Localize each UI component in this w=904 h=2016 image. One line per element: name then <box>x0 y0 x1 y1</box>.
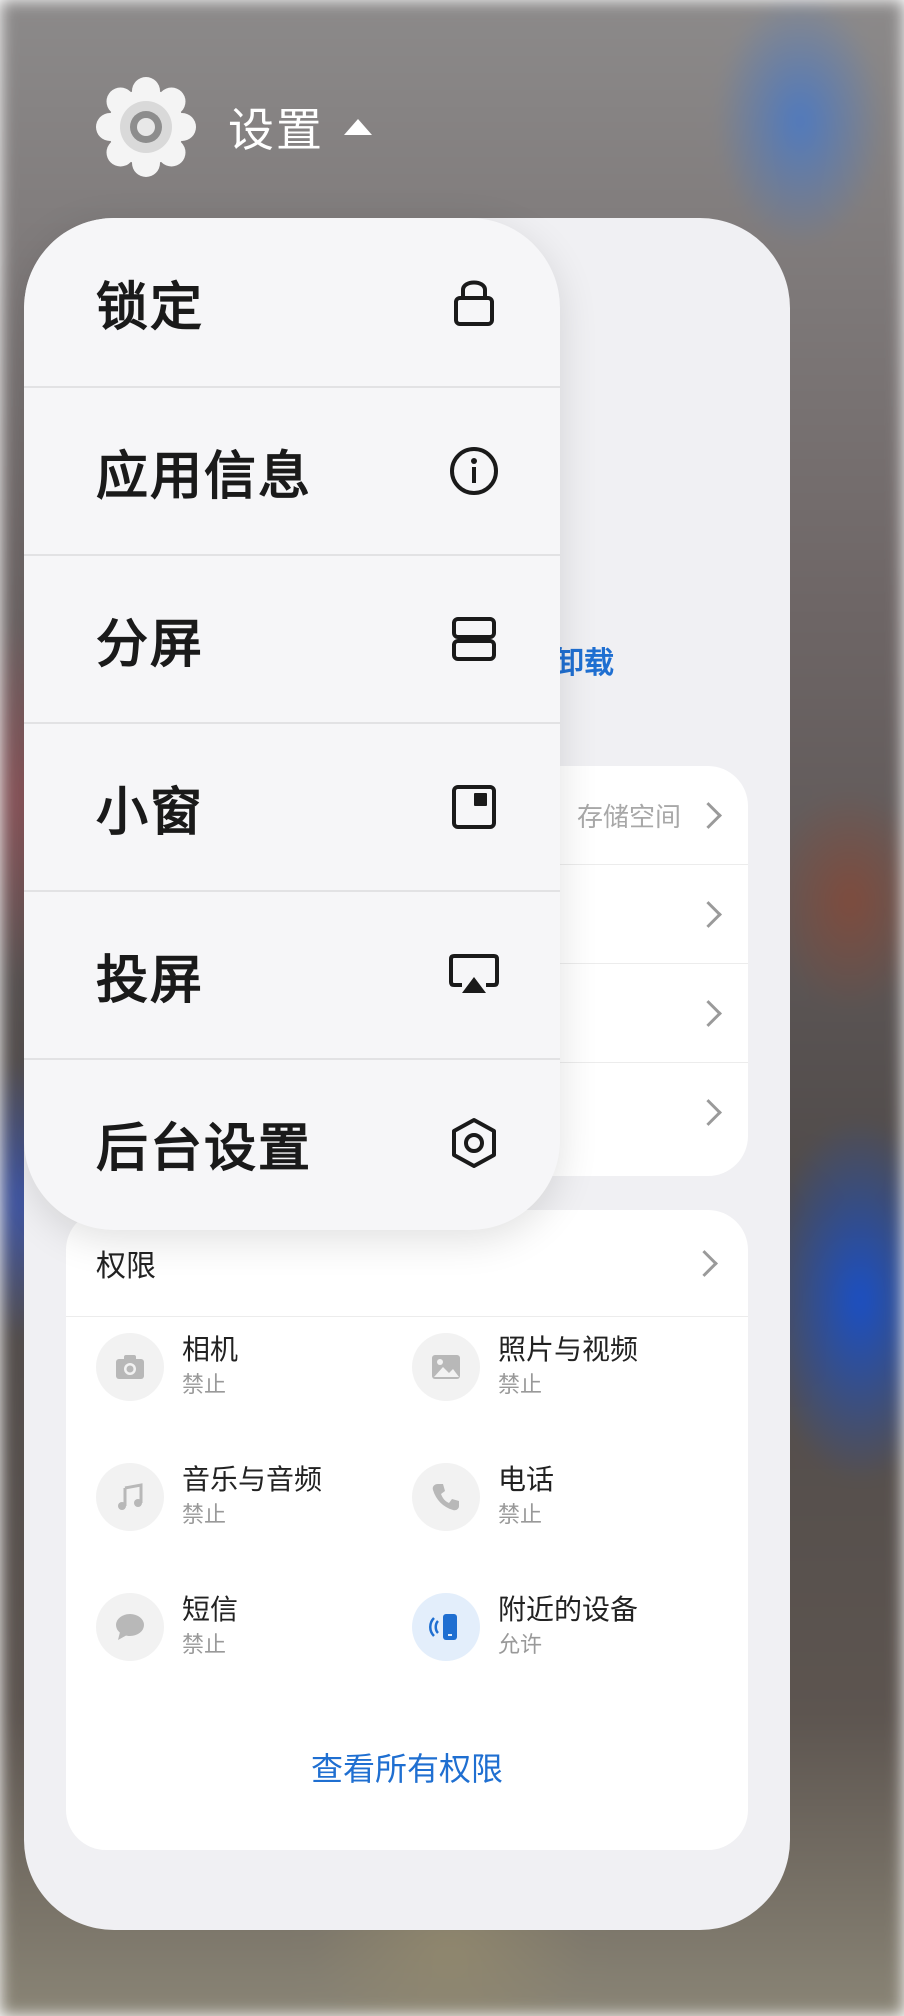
permission-name: 照片与视频 <box>498 1333 639 1366</box>
permission-status: 禁止 <box>182 1503 227 1528</box>
permission-sms[interactable]: 短信 禁止 <box>96 1591 412 1663</box>
app-header[interactable]: 设置 <box>94 72 372 182</box>
nearby-device-icon <box>412 1593 480 1661</box>
small-window-icon <box>448 781 500 833</box>
chevron-right-icon <box>695 1098 722 1126</box>
permission-music[interactable]: 音乐与音频 禁止 <box>96 1461 412 1533</box>
menu-item-label: 应用信息 <box>96 446 313 507</box>
menu-item-label: 分屏 <box>96 614 205 675</box>
menu-item-small-window[interactable]: 小窗 <box>24 722 560 890</box>
permission-nearby-devices[interactable]: 附近的设备 允许 <box>412 1591 728 1663</box>
permissions-panel: 权限 相机 禁止 照片与视频 禁止 音乐与音频 禁止 电话 禁止 短信 禁止 附… <box>66 1210 748 1850</box>
menu-item-label: 投屏 <box>96 950 205 1011</box>
permission-status: 禁止 <box>498 1373 543 1398</box>
cast-icon <box>448 949 500 1001</box>
split-screen-icon <box>448 613 500 665</box>
permission-name: 附近的设备 <box>498 1593 639 1626</box>
lock-icon <box>448 276 500 328</box>
chevron-right-icon <box>691 1249 718 1277</box>
permission-status: 允许 <box>498 1633 543 1658</box>
message-icon <box>96 1593 164 1661</box>
hexagon-settings-icon <box>448 1117 500 1169</box>
permission-camera[interactable]: 相机 禁止 <box>96 1331 412 1403</box>
uninstall-link[interactable]: 卸载 <box>554 638 614 682</box>
permission-phone[interactable]: 电话 禁止 <box>412 1461 728 1533</box>
permission-name: 相机 <box>182 1333 239 1366</box>
permission-status: 禁止 <box>182 1633 227 1658</box>
chevron-right-icon <box>695 900 722 928</box>
info-icon <box>448 445 500 497</box>
photo-icon <box>412 1333 480 1401</box>
phone-icon <box>412 1463 480 1531</box>
permission-name: 音乐与音频 <box>182 1463 323 1496</box>
menu-item-label: 小窗 <box>96 782 205 843</box>
chevron-right-icon <box>695 801 722 829</box>
permission-photos[interactable]: 照片与视频 禁止 <box>412 1331 728 1403</box>
menu-item-label: 锁定 <box>96 277 205 338</box>
chevron-right-icon <box>695 999 722 1027</box>
storage-hint: 存储空间 <box>576 802 681 833</box>
menu-item-lock[interactable]: 锁定 <box>24 218 560 386</box>
menu-item-background-settings[interactable]: 后台设置 <box>24 1058 560 1226</box>
caret-up-icon[interactable] <box>344 119 372 135</box>
permission-status: 禁止 <box>498 1503 543 1528</box>
permission-name: 短信 <box>182 1593 239 1626</box>
menu-item-split-screen[interactable]: 分屏 <box>24 554 560 722</box>
app-options-menu: 锁定 应用信息 分屏 小窗 投屏 后台设置 <box>24 218 560 1230</box>
camera-icon <box>96 1333 164 1401</box>
permission-name: 电话 <box>498 1463 555 1496</box>
menu-item-app-info[interactable]: 应用信息 <box>24 386 560 554</box>
permissions-title: 权限 <box>96 1249 156 1284</box>
permission-status: 禁止 <box>182 1373 227 1398</box>
gear-icon <box>94 75 198 179</box>
view-all-permissions-link[interactable]: 查看所有权限 <box>66 1744 748 1790</box>
music-icon <box>96 1463 164 1531</box>
app-title: 设置 <box>228 103 324 157</box>
menu-item-cast[interactable]: 投屏 <box>24 890 560 1058</box>
permissions-grid: 相机 禁止 照片与视频 禁止 音乐与音频 禁止 电话 禁止 短信 禁止 附近的设… <box>66 1317 748 1663</box>
menu-item-label: 后台设置 <box>96 1118 313 1179</box>
